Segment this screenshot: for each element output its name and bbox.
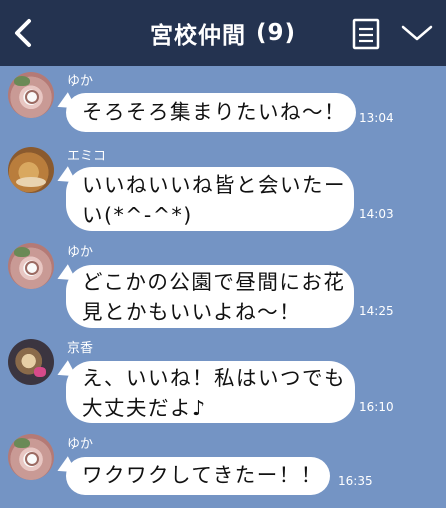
message-text-line: 大丈夫だよ♪ [82,396,207,420]
avatar[interactable] [8,434,54,480]
message-time: 13:04 [359,111,394,125]
message-time: 14:25 [359,304,394,318]
group-name: 宮校仲間 [149,23,246,49]
message-text-line: 見とかもいいよね〜！ [82,300,302,324]
sender-name: ゆか [67,245,94,260]
chevron-down-icon [401,25,433,41]
note-icon [352,18,380,50]
avatar[interactable] [8,339,54,385]
message-text-line: どこかの公園で昼間にお花 [82,270,346,294]
message-text-line: い(*^-^*) [82,203,193,227]
message-time: 16:10 [359,400,394,414]
message-time: 14:03 [359,207,394,221]
sender-name: 京香 [67,341,94,356]
sender-name: ゆか [67,437,94,452]
notes-button[interactable] [351,18,381,50]
menu-toggle-button[interactable] [400,20,434,46]
message-text: そろそろ集まりたいね〜！ [82,100,346,124]
sender-name: ゆか [67,74,94,89]
avatar[interactable] [8,243,54,289]
message-text-line: え、いいね！私はいつでも [82,366,346,390]
message-text: ワクワクしてきたー！！ [82,463,323,487]
message-bubble[interactable]: どこかの公園で昼間にお花 見とかもいいよね〜！ [53,264,354,328]
message-bubble[interactable]: いいねいいね皆と会いたー い(*^-^*) [53,166,354,231]
avatar[interactable] [8,72,54,118]
message-bubble[interactable]: え、いいね！私はいつでも 大丈夫だよ♪ [53,360,355,423]
message-bubble[interactable]: そろそろ集まりたいね〜！ [53,92,356,132]
message-bubble[interactable]: ワクワクしてきたー！！ [53,456,330,495]
chat-header: 宮校仲間 (9) [0,0,446,66]
member-count: (9) [255,20,297,46]
sender-name: エミコ [67,149,107,164]
avatar[interactable] [8,147,54,193]
message-text-line: いいねいいね皆と会いたー [82,173,346,197]
message-time: 16:35 [338,474,373,488]
